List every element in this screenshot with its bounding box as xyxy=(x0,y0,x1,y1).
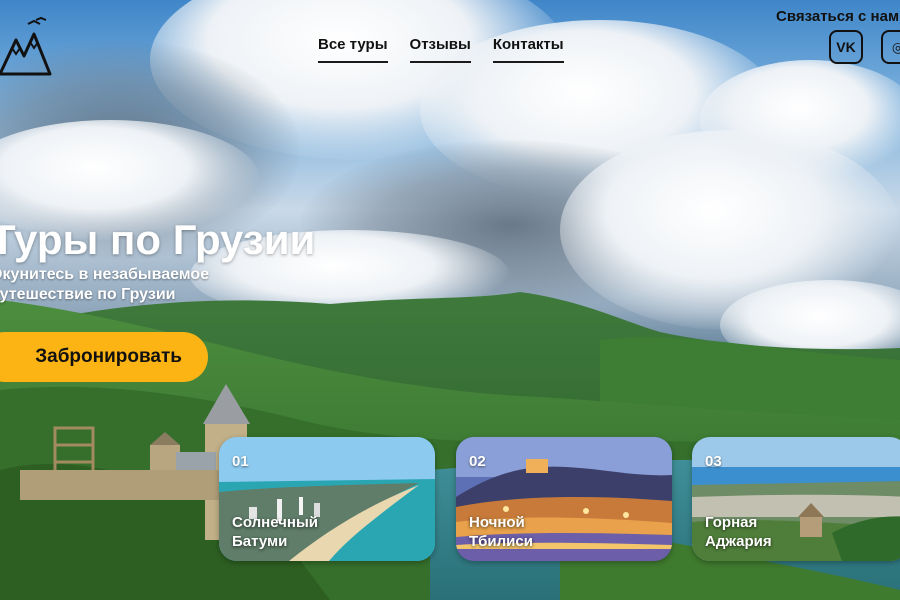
main-nav: Все туры Отзывы Контакты xyxy=(318,36,564,63)
tour-card-tbilisi[interactable]: 02 Ночной Тбилиси xyxy=(456,437,672,561)
hero-subtitle: Окунитесь в незабываемое путешествие по … xyxy=(0,266,210,303)
tour-card-adjara[interactable]: 03 Горная Аджария xyxy=(692,437,900,561)
instagram-icon-label: ◎ xyxy=(891,38,900,55)
tour-label: Ночной Тбилиси xyxy=(469,514,533,550)
page-title: Туры по Грузии xyxy=(0,216,316,263)
tour-card-batumi[interactable]: 01 Солнечный Батуми xyxy=(219,437,435,561)
tour-label: Солнечный Батуми xyxy=(232,514,318,550)
vk-icon[interactable]: VK xyxy=(829,30,863,64)
tour-number: 01 xyxy=(232,453,249,470)
tour-label: Горная Аджария xyxy=(705,514,772,550)
nav-all-tours[interactable]: Все туры xyxy=(318,36,388,63)
instagram-icon[interactable]: ◎ xyxy=(881,30,900,64)
tour-number: 03 xyxy=(705,453,722,470)
nav-contacts[interactable]: Контакты xyxy=(492,36,564,63)
contact-label: Связаться с нами xyxy=(776,8,900,25)
nav-reviews[interactable]: Отзывы xyxy=(409,36,471,63)
tour-number: 02 xyxy=(469,453,486,470)
book-button[interactable]: Забронировать xyxy=(0,332,208,382)
vk-icon-label: VK xyxy=(836,39,856,55)
mountain-logo-icon[interactable] xyxy=(0,14,54,78)
